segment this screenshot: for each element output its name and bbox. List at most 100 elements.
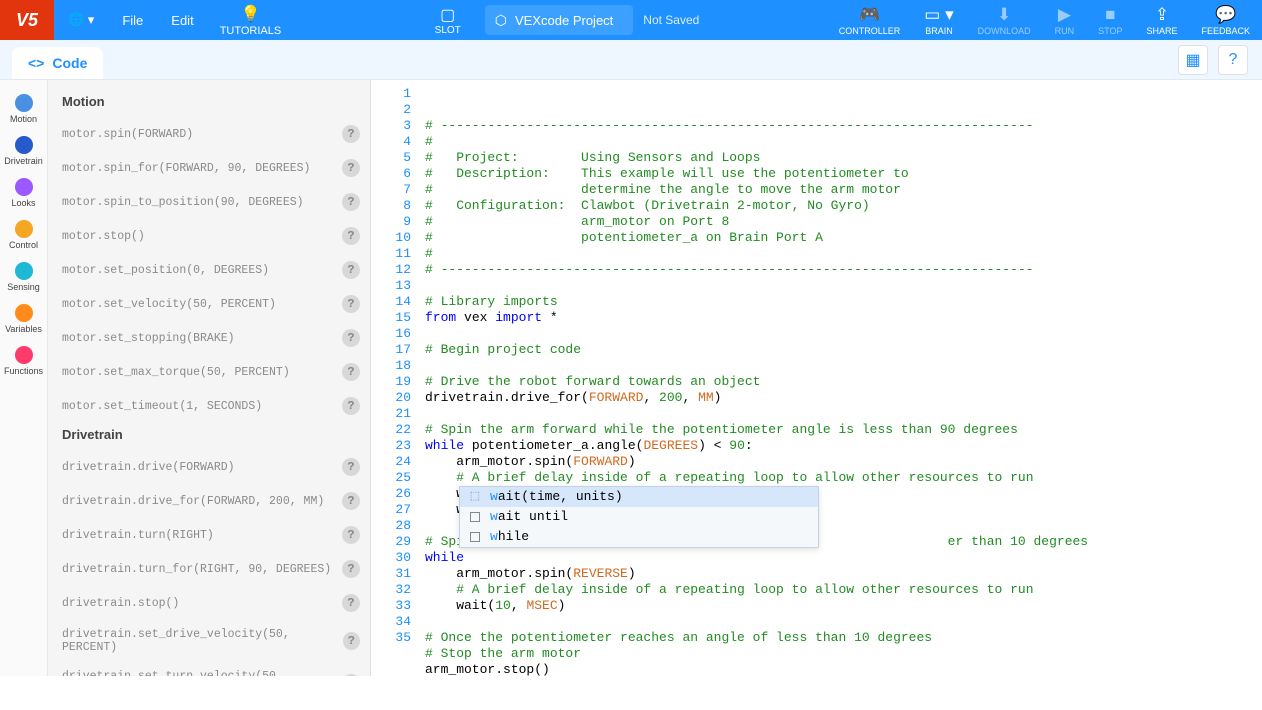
- category-drivetrain[interactable]: Drivetrain: [0, 130, 47, 172]
- code-line[interactable]: [425, 358, 1262, 374]
- category-sensing[interactable]: Sensing: [0, 256, 47, 298]
- center-group: ▢ SLOT ⬡ VEXcode Project Not Saved: [421, 5, 700, 36]
- block-item[interactable]: motor.set_velocity(50, PERCENT)?: [48, 287, 370, 321]
- code-tab-label: Code: [52, 55, 87, 71]
- stop-button[interactable]: ■STOP: [1086, 5, 1134, 36]
- code-line[interactable]: while: [425, 550, 1262, 566]
- block-help-icon[interactable]: ?: [342, 526, 360, 544]
- slot-label: SLOT: [435, 25, 461, 36]
- block-item[interactable]: motor.stop()?: [48, 219, 370, 253]
- block-item[interactable]: drivetrain.turn(RIGHT)?: [48, 518, 370, 552]
- block-help-icon[interactable]: ?: [342, 492, 360, 510]
- brain-icon: ▭ ▾: [924, 5, 953, 25]
- block-item[interactable]: motor.set_max_torque(50, PERCENT)?: [48, 355, 370, 389]
- square-icon: [468, 510, 482, 524]
- code-line[interactable]: wait(10, MSEC): [425, 598, 1262, 614]
- tutorials-button[interactable]: 💡 TUTORIALS: [208, 0, 294, 40]
- logo-v5: V5: [0, 0, 54, 40]
- category-variables[interactable]: Variables: [0, 298, 47, 340]
- block-item[interactable]: drivetrain.turn_for(RIGHT, 90, DEGREES)?: [48, 552, 370, 586]
- language-dropdown[interactable]: 🌐 ▾: [54, 12, 108, 28]
- feedback-button[interactable]: 💬FEEDBACK: [1190, 5, 1262, 36]
- block-help-icon[interactable]: ?: [342, 227, 360, 245]
- file-menu[interactable]: File: [108, 13, 157, 28]
- autocomplete-item[interactable]: wait until: [460, 507, 818, 527]
- block-item[interactable]: motor.set_position(0, DEGREES)?: [48, 253, 370, 287]
- block-item[interactable]: drivetrain.set_turn_velocity(50, PERCENT…: [48, 662, 370, 676]
- block-item[interactable]: drivetrain.drive(FORWARD)?: [48, 450, 370, 484]
- block-help-icon[interactable]: ?: [342, 261, 360, 279]
- code-line[interactable]: arm_motor.spin(FORWARD): [425, 454, 1262, 470]
- block-help-icon[interactable]: ?: [342, 397, 360, 415]
- block-item[interactable]: drivetrain.set_drive_velocity(50, PERCEN…: [48, 620, 370, 662]
- code-line[interactable]: # Stop the arm motor: [425, 646, 1262, 662]
- code-line[interactable]: # Library imports: [425, 294, 1262, 310]
- code-line[interactable]: # --------------------------------------…: [425, 262, 1262, 278]
- share-button[interactable]: ⇪SHARE: [1134, 5, 1189, 36]
- code-line[interactable]: # determine the angle to move the arm mo…: [425, 182, 1262, 198]
- code-line[interactable]: # Spin the arm forward while the potenti…: [425, 422, 1262, 438]
- controller-button[interactable]: 🎮CONTROLLER: [827, 5, 913, 36]
- code-line[interactable]: from vex import *: [425, 310, 1262, 326]
- code-line[interactable]: arm_motor.spin(REVERSE): [425, 566, 1262, 582]
- block-help-icon[interactable]: ?: [343, 632, 360, 650]
- code-line[interactable]: # A brief delay inside of a repeating lo…: [425, 582, 1262, 598]
- code-line[interactable]: # --------------------------------------…: [425, 118, 1262, 134]
- category-looks[interactable]: Looks: [0, 172, 47, 214]
- block-help-icon[interactable]: ?: [342, 594, 360, 612]
- block-header: Drivetrain: [48, 423, 370, 450]
- code-line[interactable]: [425, 326, 1262, 342]
- category-functions[interactable]: Functions: [0, 340, 47, 382]
- code-line[interactable]: [425, 406, 1262, 422]
- autocomplete-item[interactable]: while: [460, 527, 818, 547]
- block-item[interactable]: drivetrain.stop()?: [48, 586, 370, 620]
- code-line[interactable]: # Description: This example will use the…: [425, 166, 1262, 182]
- block-item[interactable]: motor.spin(FORWARD)?: [48, 117, 370, 151]
- block-help-icon[interactable]: ?: [342, 363, 360, 381]
- code-line[interactable]: #: [425, 246, 1262, 262]
- brain-button[interactable]: ▭ ▾BRAIN: [912, 5, 965, 36]
- code-line[interactable]: # Configuration: Clawbot (Drivetrain 2-m…: [425, 198, 1262, 214]
- code-area[interactable]: # --------------------------------------…: [419, 80, 1262, 676]
- block-help-icon[interactable]: ?: [342, 193, 360, 211]
- block-help-icon[interactable]: ?: [342, 159, 360, 177]
- code-line[interactable]: [425, 278, 1262, 294]
- code-line[interactable]: # Project: Using Sensors and Loops: [425, 150, 1262, 166]
- code-line[interactable]: while potentiometer_a.angle(DEGREES) < 9…: [425, 438, 1262, 454]
- block-item[interactable]: motor.spin_for(FORWARD, 90, DEGREES)?: [48, 151, 370, 185]
- block-help-icon[interactable]: ?: [342, 458, 360, 476]
- block-help-icon[interactable]: ?: [342, 295, 360, 313]
- block-help-icon[interactable]: ?: [342, 329, 360, 347]
- code-line[interactable]: # Begin project code: [425, 342, 1262, 358]
- block-item[interactable]: motor.set_timeout(1, SECONDS)?: [48, 389, 370, 423]
- code-editor[interactable]: 1234567891011121314151617181920212223242…: [371, 80, 1262, 676]
- block-item[interactable]: motor.spin_to_position(90, DEGREES)?: [48, 185, 370, 219]
- block-help-icon[interactable]: ?: [342, 125, 360, 143]
- block-help-icon[interactable]: ?: [342, 560, 360, 578]
- category-motion[interactable]: Motion: [0, 88, 47, 130]
- code-line[interactable]: # A brief delay inside of a repeating lo…: [425, 470, 1262, 486]
- code-line[interactable]: #: [425, 134, 1262, 150]
- download-button[interactable]: ⬇DOWNLOAD: [966, 5, 1043, 36]
- autocomplete-item[interactable]: ⬚wait(time, units): [460, 487, 818, 507]
- main: MotionDrivetrainLooksControlSensingVaria…: [0, 80, 1262, 676]
- help-button[interactable]: ?: [1218, 45, 1248, 75]
- block-list[interactable]: Motionmotor.spin(FORWARD)?motor.spin_for…: [48, 80, 371, 676]
- code-tab[interactable]: <> Code: [12, 47, 103, 79]
- run-label: RUN: [1055, 26, 1075, 36]
- code-line[interactable]: # Once the potentiometer reaches an angl…: [425, 630, 1262, 646]
- code-line[interactable]: # potentiometer_a on Brain Port A: [425, 230, 1262, 246]
- code-line[interactable]: [425, 614, 1262, 630]
- code-line[interactable]: # Drive the robot forward towards an obj…: [425, 374, 1262, 390]
- project-name[interactable]: ⬡ VEXcode Project: [485, 5, 634, 35]
- block-item[interactable]: drivetrain.drive_for(FORWARD, 200, MM)?: [48, 484, 370, 518]
- category-control[interactable]: Control: [0, 214, 47, 256]
- edit-menu[interactable]: Edit: [157, 13, 207, 28]
- code-line[interactable]: # arm_motor on Port 8: [425, 214, 1262, 230]
- devices-button[interactable]: ▦: [1178, 45, 1208, 75]
- run-button[interactable]: ▶RUN: [1043, 5, 1087, 36]
- block-item[interactable]: motor.set_stopping(BRAKE)?: [48, 321, 370, 355]
- slot-selector[interactable]: ▢ SLOT: [421, 5, 475, 36]
- code-line[interactable]: drivetrain.drive_for(FORWARD, 200, MM): [425, 390, 1262, 406]
- autocomplete-popup[interactable]: ⬚wait(time, units)wait untilwhile: [459, 486, 819, 548]
